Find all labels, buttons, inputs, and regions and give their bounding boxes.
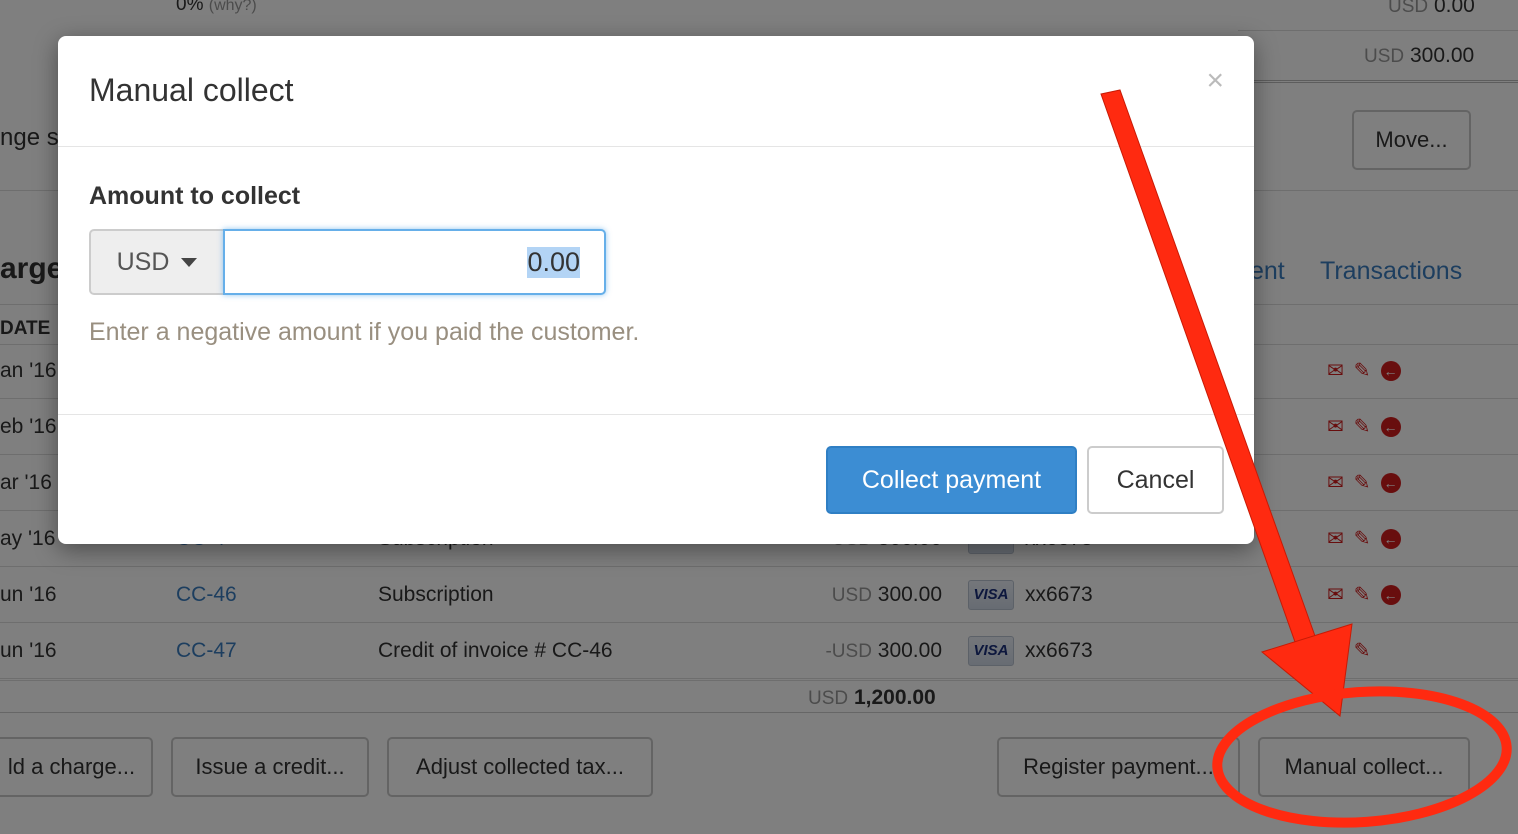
manual-collect-modal: Manual collect × Amount to collect USD 0… bbox=[58, 36, 1254, 544]
modal-title: Manual collect bbox=[89, 72, 294, 108]
close-icon[interactable]: × bbox=[1206, 66, 1224, 96]
amount-input-value: 0.00 bbox=[527, 246, 580, 278]
currency-select[interactable]: USD bbox=[89, 229, 223, 295]
amount-input[interactable]: 0.00 bbox=[223, 229, 606, 295]
collect-payment-button[interactable]: Collect payment bbox=[826, 446, 1077, 514]
cancel-button[interactable]: Cancel bbox=[1087, 446, 1224, 514]
modal-footer-divider bbox=[58, 414, 1254, 415]
modal-header-divider bbox=[58, 146, 1254, 147]
amount-field-label: Amount to collect bbox=[89, 182, 301, 210]
currency-select-value: USD bbox=[116, 247, 170, 276]
caret-down-icon bbox=[181, 257, 198, 267]
amount-help-text: Enter a negative amount if you paid the … bbox=[89, 318, 640, 346]
